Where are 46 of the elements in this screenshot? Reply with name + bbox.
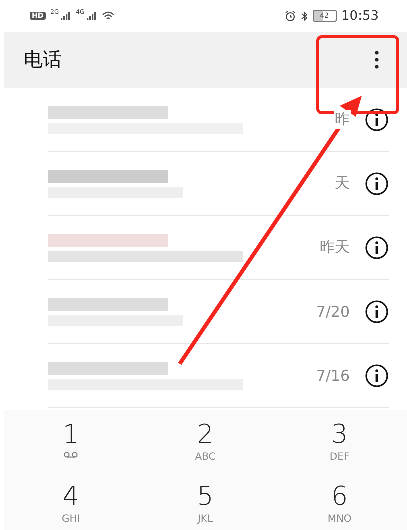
status-time: 10:53 xyxy=(342,8,379,24)
key-digit: 4 xyxy=(62,482,80,512)
call-log-row[interactable]: 7/20 xyxy=(48,280,389,344)
call-time: 昨天 xyxy=(319,238,351,257)
wifi-icon xyxy=(102,11,115,21)
info-button[interactable] xyxy=(365,172,389,196)
bluetooth-icon xyxy=(300,10,308,22)
key-digit: 1 xyxy=(62,420,80,450)
call-time: 7/20 xyxy=(315,302,351,320)
call-log-row[interactable]: 天 xyxy=(48,152,389,216)
call-time: 7/16 xyxy=(315,366,351,384)
info-button[interactable] xyxy=(365,300,389,324)
dial-key[interactable]: 4 GHI xyxy=(4,478,138,530)
key-digit: 3 xyxy=(332,420,348,450)
key-letters: ABC xyxy=(195,452,216,463)
info-icon xyxy=(365,172,389,196)
info-icon xyxy=(365,236,389,260)
alarm-icon xyxy=(284,10,296,22)
info-button[interactable] xyxy=(365,108,389,132)
key-letters: JKL xyxy=(198,514,214,525)
dial-key[interactable]: 6 MNO xyxy=(272,478,407,530)
key-letters: GHI xyxy=(62,514,80,525)
dial-key[interactable]: 1 xyxy=(4,416,138,478)
info-icon xyxy=(365,300,389,324)
key-digit: 2 xyxy=(197,420,214,450)
dial-key[interactable]: 3 DEF xyxy=(272,416,407,478)
dial-key[interactable]: 5 JKL xyxy=(138,478,273,530)
app-title: 电话 xyxy=(24,48,63,73)
call-log-row[interactable]: 昨 xyxy=(48,88,389,152)
signal-icon xyxy=(61,12,72,20)
info-button[interactable] xyxy=(365,236,389,260)
signal-icon xyxy=(86,12,97,20)
call-time: 天 xyxy=(334,174,351,193)
info-button[interactable] xyxy=(365,364,389,388)
key-digit: 6 xyxy=(332,482,348,512)
voicemail-icon xyxy=(64,452,78,458)
call-log-row[interactable]: 7/16 xyxy=(48,344,389,408)
call-log-row[interactable]: 昨天 xyxy=(48,216,389,280)
key-letters: DEF xyxy=(330,452,350,463)
key-digit: 5 xyxy=(197,482,214,512)
call-time: 昨 xyxy=(334,110,351,129)
dial-key[interactable]: 2 ABC xyxy=(138,416,273,478)
info-icon xyxy=(365,364,389,388)
more-icon xyxy=(375,51,379,69)
info-icon xyxy=(365,108,389,132)
key-letters: MNO xyxy=(328,514,352,525)
